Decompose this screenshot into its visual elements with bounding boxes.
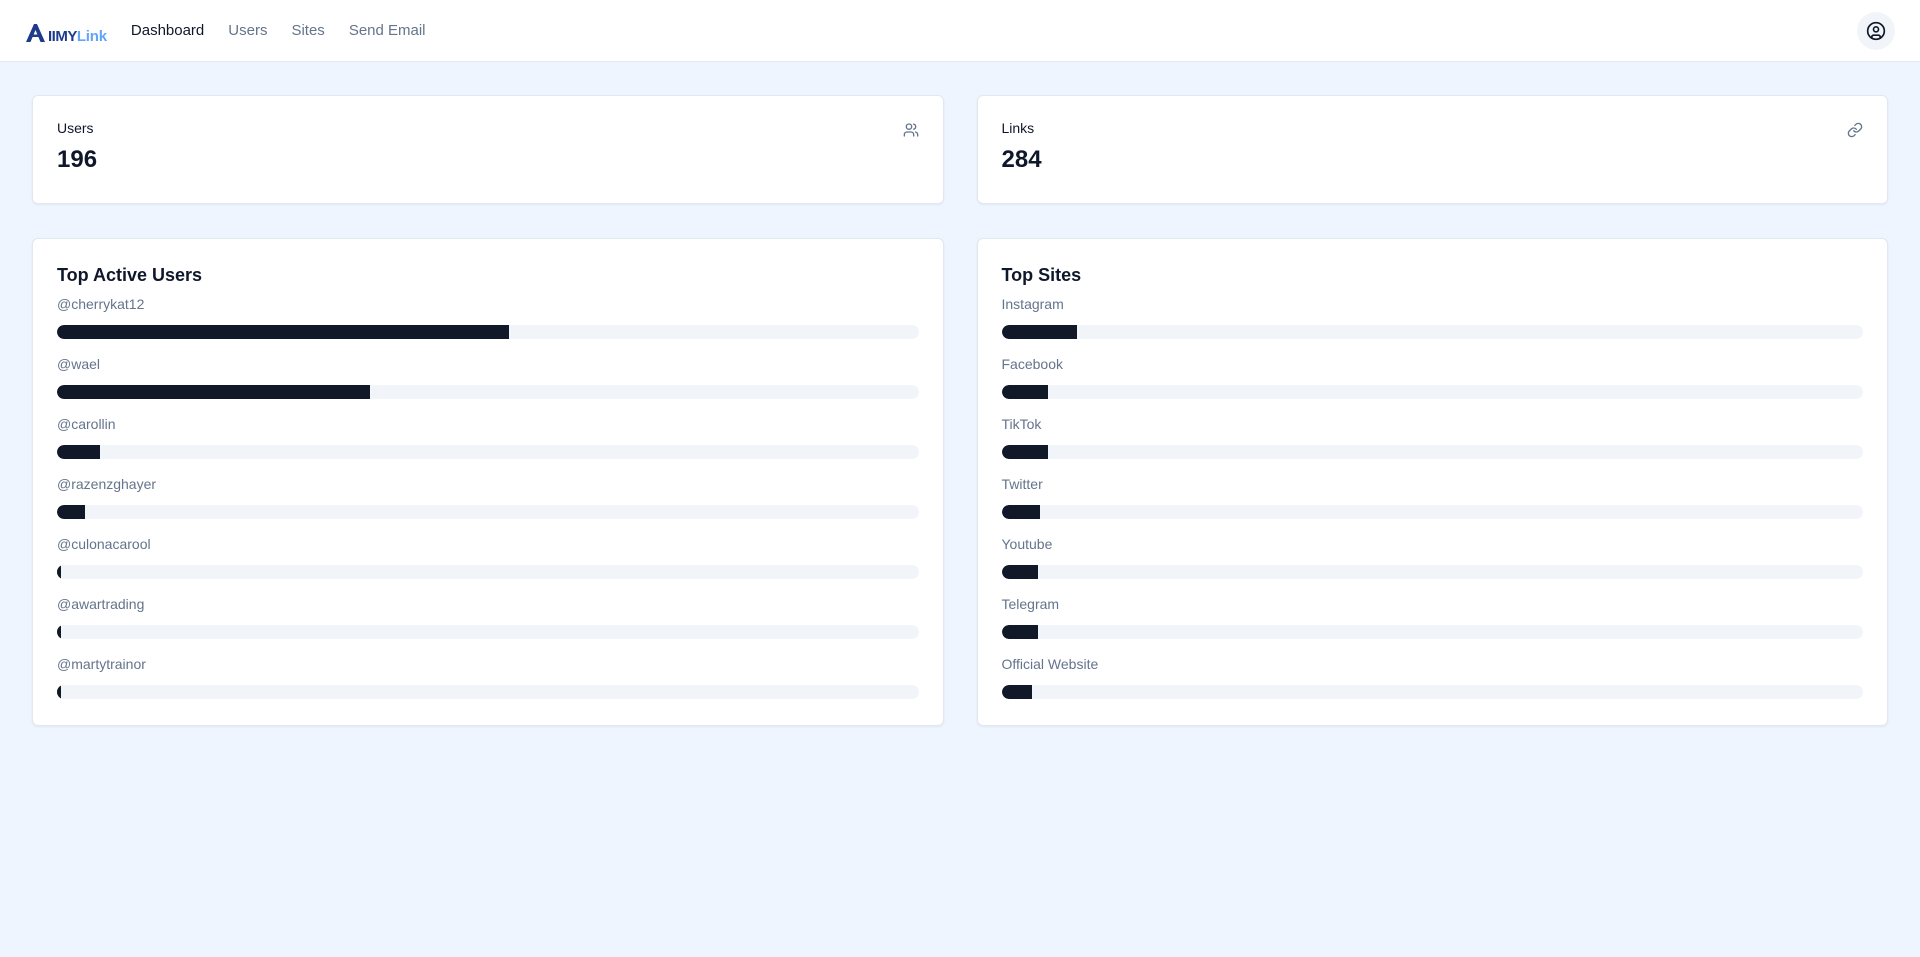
item-label: Twitter bbox=[1001, 476, 1043, 492]
item-label: Telegram bbox=[1001, 596, 1060, 612]
progress-track bbox=[1001, 325, 1863, 339]
item-label: TikTok bbox=[1001, 416, 1042, 432]
list-item: @culonacarool bbox=[57, 534, 919, 594]
progress-fill bbox=[1001, 385, 1049, 399]
users-stat-card: Users 196 bbox=[32, 95, 944, 204]
top-sites-card: Top Sites Instagram Facebook TikTok Twitter… bbox=[976, 238, 1888, 726]
progress-track bbox=[1001, 445, 1863, 459]
progress-track bbox=[1001, 565, 1863, 579]
top-active-users-card: Top Active Users @cherrykat12 @wael @carol… bbox=[32, 238, 944, 726]
stats-row: Users 196 Links 284 bbox=[32, 95, 1888, 204]
progress-track bbox=[1001, 685, 1863, 699]
progress-fill bbox=[57, 445, 101, 459]
list-item: Telegram bbox=[1001, 594, 1863, 654]
progress-fill bbox=[57, 625, 62, 639]
progress-fill bbox=[57, 565, 62, 579]
item-label: Official Website bbox=[1001, 656, 1099, 672]
item-label: @razenzghayer bbox=[57, 476, 157, 492]
nav-sites[interactable]: Sites bbox=[291, 22, 324, 39]
item-label: @wael bbox=[57, 356, 101, 372]
progress-track bbox=[57, 325, 919, 339]
list-item: @carollin bbox=[57, 414, 919, 474]
logo-text-secondary: Link bbox=[76, 27, 107, 45]
nav-users[interactable]: Users bbox=[228, 22, 267, 39]
main-nav: Dashboard Users Sites Send Email bbox=[131, 22, 426, 39]
list-item: @cherrykat12 bbox=[57, 294, 919, 354]
item-label: Instagram bbox=[1001, 296, 1064, 312]
progress-track bbox=[1001, 625, 1863, 639]
item-label: @carollin bbox=[57, 416, 116, 432]
logo-mark-icon bbox=[26, 23, 45, 42]
list-item: Facebook bbox=[1001, 354, 1863, 414]
progress-fill bbox=[57, 325, 510, 339]
top-active-users-title: Top Active Users bbox=[57, 265, 203, 285]
item-label: @cherrykat12 bbox=[57, 296, 145, 312]
top-sites-list: Instagram Facebook TikTok Twitter Youtube Tel… bbox=[1001, 294, 1863, 714]
list-item: Twitter bbox=[1001, 474, 1863, 534]
item-label: @martytrainor bbox=[57, 656, 146, 672]
links-stat-value: 284 bbox=[1001, 146, 1042, 173]
item-label: Facebook bbox=[1001, 356, 1063, 372]
users-stat-label: Users bbox=[57, 120, 94, 136]
item-label: @culonacarool bbox=[57, 536, 151, 552]
account-button[interactable] bbox=[1857, 12, 1895, 50]
progress-track bbox=[57, 385, 919, 399]
list-item: @wael bbox=[57, 354, 919, 414]
list-item: @awartrading bbox=[57, 594, 919, 654]
logo-text-primary: IIMY bbox=[48, 27, 77, 45]
list-item: @martytrainor bbox=[57, 654, 919, 714]
nav-dashboard[interactable]: Dashboard bbox=[131, 22, 204, 39]
users-stat-value: 196 bbox=[57, 146, 98, 173]
top-navbar: IIMY Link Dashboard Users Sites Send Ema… bbox=[0, 0, 1920, 62]
progress-fill bbox=[1001, 505, 1041, 519]
item-label: Youtube bbox=[1001, 536, 1053, 552]
dashboard-main: Users 196 Links 284 Top Active Users @ch… bbox=[0, 62, 1920, 726]
top-sites-title: Top Sites bbox=[1001, 265, 1082, 285]
top-active-users-list: @cherrykat12 @wael @carollin @razenzghayer @… bbox=[57, 294, 919, 714]
progress-track bbox=[57, 445, 919, 459]
progress-fill bbox=[1001, 445, 1049, 459]
app-logo[interactable]: IIMY Link bbox=[25, 19, 107, 45]
links-stat-label: Links bbox=[1001, 120, 1035, 136]
lists-row: Top Active Users @cherrykat12 @wael @carol… bbox=[32, 204, 1888, 726]
progress-fill bbox=[1001, 565, 1038, 579]
progress-track bbox=[57, 625, 919, 639]
progress-track bbox=[57, 565, 919, 579]
item-label: @awartrading bbox=[57, 596, 145, 612]
progress-track bbox=[57, 505, 919, 519]
progress-fill bbox=[57, 505, 85, 519]
progress-fill bbox=[1001, 325, 1078, 339]
users-icon bbox=[903, 123, 918, 137]
progress-track bbox=[57, 685, 919, 699]
list-item: Official Website bbox=[1001, 654, 1863, 714]
nav-send-email[interactable]: Send Email bbox=[349, 22, 426, 39]
progress-track bbox=[1001, 505, 1863, 519]
progress-fill bbox=[57, 685, 62, 699]
progress-track bbox=[1001, 385, 1863, 399]
progress-fill bbox=[57, 385, 370, 399]
progress-fill bbox=[1001, 685, 1032, 699]
list-item: Youtube bbox=[1001, 534, 1863, 594]
list-item: Instagram bbox=[1001, 294, 1863, 354]
progress-fill bbox=[1001, 625, 1038, 639]
user-circle-icon bbox=[1866, 21, 1886, 41]
links-stat-card: Links 284 bbox=[976, 95, 1888, 204]
list-item: @razenzghayer bbox=[57, 474, 919, 534]
list-item: TikTok bbox=[1001, 414, 1863, 474]
link-icon bbox=[1847, 122, 1863, 138]
